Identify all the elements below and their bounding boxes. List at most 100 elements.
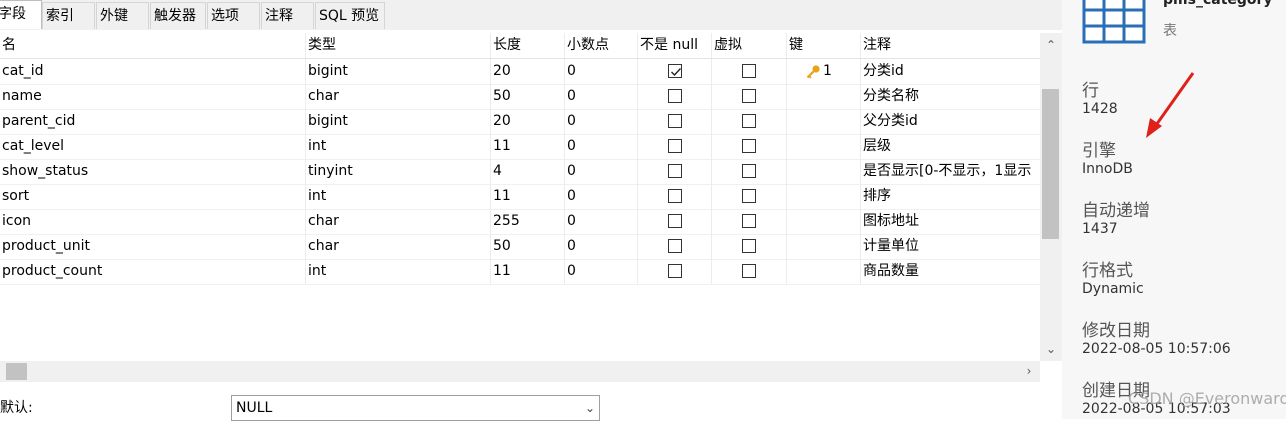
cell-type[interactable]: int	[306, 184, 491, 209]
cell-comment[interactable]: 层级	[861, 134, 1040, 159]
cell-name[interactable]: name	[0, 84, 306, 109]
cell-decimals[interactable]: 0	[565, 84, 638, 109]
cell-name[interactable]: cat_level	[0, 134, 306, 159]
cell-comment[interactable]: 计量单位	[861, 234, 1040, 259]
not-null-checkbox[interactable]	[668, 114, 682, 128]
cell-name[interactable]: product_unit	[0, 234, 306, 259]
tab-sql-preview[interactable]: SQL 预览	[315, 2, 385, 29]
cell-length[interactable]: 50	[491, 84, 565, 109]
horizontal-scroll-thumb[interactable]	[6, 363, 27, 380]
not-null-checkbox[interactable]	[668, 214, 682, 228]
cell-key[interactable]	[787, 134, 861, 159]
cell-key[interactable]	[787, 184, 861, 209]
cell-key[interactable]	[787, 84, 861, 109]
cell-type[interactable]: char	[306, 209, 491, 234]
cell-type[interactable]: bigint	[306, 59, 491, 84]
cell-comment[interactable]: 分类名称	[861, 84, 1040, 109]
cell-decimals[interactable]: 0	[565, 259, 638, 284]
cell-comment[interactable]: 图标地址	[861, 209, 1040, 234]
cell-name[interactable]: parent_cid	[0, 109, 306, 134]
table-row[interactable]: cat_level int 11 0 层级	[0, 134, 1040, 160]
table-row[interactable]: name char 50 0 分类名称	[0, 84, 1040, 110]
column-header-length[interactable]: 长度	[491, 33, 565, 58]
not-null-checkbox[interactable]	[668, 189, 682, 203]
cell-not-null[interactable]	[638, 109, 712, 134]
virtual-checkbox[interactable]	[742, 139, 756, 153]
not-null-checkbox[interactable]	[668, 139, 682, 153]
virtual-checkbox[interactable]	[742, 164, 756, 178]
cell-decimals[interactable]: 0	[565, 134, 638, 159]
cell-virtual[interactable]	[712, 59, 787, 84]
table-row[interactable]: product_unit char 50 0 计量单位	[0, 234, 1040, 260]
cell-virtual[interactable]	[712, 184, 787, 209]
cell-not-null[interactable]	[638, 84, 712, 109]
column-header-decimals[interactable]: 小数点	[565, 33, 638, 58]
cell-decimals[interactable]: 0	[565, 209, 638, 234]
vertical-scroll-thumb[interactable]	[1042, 89, 1059, 239]
column-header-comment[interactable]: 注释	[861, 33, 1040, 58]
not-null-checkbox[interactable]	[668, 264, 682, 278]
column-header-virtual[interactable]: 虚拟	[712, 33, 787, 58]
virtual-checkbox[interactable]	[742, 89, 756, 103]
cell-length[interactable]: 11	[491, 184, 565, 209]
cell-length[interactable]: 4	[491, 159, 565, 184]
cell-key[interactable]	[787, 259, 861, 284]
cell-not-null[interactable]	[638, 134, 712, 159]
virtual-checkbox[interactable]	[742, 114, 756, 128]
cell-virtual[interactable]	[712, 134, 787, 159]
cell-name[interactable]: show_status	[0, 159, 306, 184]
virtual-checkbox[interactable]	[742, 214, 756, 228]
cell-type[interactable]: int	[306, 259, 491, 284]
cell-comment[interactable]: 父分类id	[861, 109, 1040, 134]
column-header-not-null[interactable]: 不是 null	[638, 33, 712, 58]
cell-key[interactable]	[787, 159, 861, 184]
cell-length[interactable]: 20	[491, 59, 565, 84]
table-row[interactable]: icon char 255 0 图标地址	[0, 209, 1040, 235]
cell-type[interactable]: char	[306, 84, 491, 109]
cell-virtual[interactable]	[712, 209, 787, 234]
table-row[interactable]: cat_id bigint 20 0 1 分类id	[0, 59, 1040, 85]
cell-comment[interactable]: 排序	[861, 184, 1040, 209]
tab-options[interactable]: 选项	[207, 2, 260, 29]
default-value-select[interactable]: NULL ⌄	[231, 395, 600, 421]
scroll-down-arrow-icon[interactable]: ⌄	[1040, 339, 1062, 359]
cell-name[interactable]: icon	[0, 209, 306, 234]
cell-virtual[interactable]	[712, 109, 787, 134]
scroll-up-arrow-icon[interactable]: ⌃	[1040, 35, 1062, 55]
cell-length[interactable]: 255	[491, 209, 565, 234]
cell-comment[interactable]: 商品数量	[861, 259, 1040, 284]
column-header-key[interactable]: 键	[787, 33, 861, 58]
cell-name[interactable]: sort	[0, 184, 306, 209]
cell-not-null[interactable]	[638, 59, 712, 84]
not-null-checkbox[interactable]	[668, 239, 682, 253]
table-row[interactable]: parent_cid bigint 20 0 父分类id	[0, 109, 1040, 135]
cell-virtual[interactable]	[712, 159, 787, 184]
horizontal-scrollbar[interactable]: ›	[0, 361, 1040, 382]
tab-triggers[interactable]: 触发器	[150, 2, 206, 29]
cell-not-null[interactable]	[638, 184, 712, 209]
cell-comment[interactable]: 分类id	[861, 59, 1040, 84]
tab-indexes[interactable]: 索引	[42, 2, 95, 29]
vertical-scrollbar[interactable]: ⌃ ⌄	[1040, 33, 1062, 361]
not-null-checkbox[interactable]	[668, 164, 682, 178]
scroll-right-arrow-icon[interactable]: ›	[1018, 361, 1040, 381]
cell-virtual[interactable]	[712, 234, 787, 259]
virtual-checkbox[interactable]	[742, 64, 756, 78]
cell-key[interactable]	[787, 209, 861, 234]
cell-name[interactable]: cat_id	[0, 59, 306, 84]
not-null-checkbox[interactable]	[668, 89, 682, 103]
virtual-checkbox[interactable]	[742, 264, 756, 278]
table-row[interactable]: product_count int 11 0 商品数量	[0, 259, 1040, 285]
cell-not-null[interactable]	[638, 209, 712, 234]
cell-length[interactable]: 50	[491, 234, 565, 259]
cell-type[interactable]: bigint	[306, 109, 491, 134]
cell-decimals[interactable]: 0	[565, 159, 638, 184]
cell-decimals[interactable]: 0	[565, 234, 638, 259]
cell-length[interactable]: 11	[491, 259, 565, 284]
cell-not-null[interactable]	[638, 234, 712, 259]
cell-decimals[interactable]: 0	[565, 59, 638, 84]
not-null-checkbox[interactable]	[668, 64, 682, 78]
cell-length[interactable]: 11	[491, 134, 565, 159]
table-row[interactable]: show_status tinyint 4 0 是否显示[0-不显示，1显示	[0, 159, 1040, 185]
cell-length[interactable]: 20	[491, 109, 565, 134]
